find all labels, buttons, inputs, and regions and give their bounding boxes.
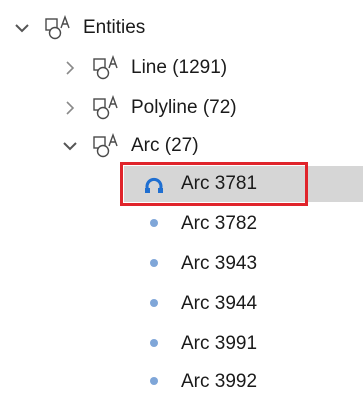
tree-item-label: Arc 3992 <box>181 371 258 392</box>
tree-item-arc-3992[interactable]: Arc 3992 <box>0 362 363 402</box>
tree-item-label: Arc 3782 <box>181 213 258 234</box>
tree-item-label: Arc 3944 <box>181 293 258 314</box>
bullet-icon <box>150 377 158 385</box>
entity-group-icon <box>44 15 74 41</box>
entity-group-icon <box>92 133 122 159</box>
tree-item-arc-3944[interactable]: Arc 3944 <box>0 284 363 324</box>
chevron-right-icon[interactable] <box>60 58 80 78</box>
bullet-icon <box>150 339 158 347</box>
tree-item-arc-3943[interactable]: Arc 3943 <box>0 244 363 284</box>
tree-node-arc[interactable]: Arc (27) <box>0 126 363 166</box>
chevron-down-icon[interactable] <box>12 18 32 38</box>
tree-item-label: Arc 3943 <box>181 253 258 274</box>
tree-node-label: Line (1291) <box>131 57 228 78</box>
tree-item-arc-3991[interactable]: Arc 3991 <box>0 324 363 364</box>
annotation-highlight-box <box>120 162 308 206</box>
tree-node-entities[interactable]: Entities <box>0 8 363 48</box>
entity-group-icon <box>92 95 122 121</box>
tree-node-line[interactable]: Line (1291) <box>0 48 363 88</box>
chevron-down-icon[interactable] <box>60 136 80 156</box>
chevron-right-icon[interactable] <box>60 98 80 118</box>
entity-group-icon <box>92 55 122 81</box>
tree-node-label: Arc (27) <box>131 135 199 156</box>
tree-node-label: Entities <box>83 17 146 38</box>
entity-tree: Entities Line (1291) Polyline (72) Arc (… <box>0 0 363 403</box>
tree-node-polyline[interactable]: Polyline (72) <box>0 88 363 128</box>
bullet-icon <box>150 299 158 307</box>
tree-item-label: Arc 3991 <box>181 333 258 354</box>
tree-item-arc-3782[interactable]: Arc 3782 <box>0 204 363 244</box>
bullet-icon <box>150 259 158 267</box>
bullet-icon <box>150 219 158 227</box>
tree-node-label: Polyline (72) <box>131 97 237 118</box>
